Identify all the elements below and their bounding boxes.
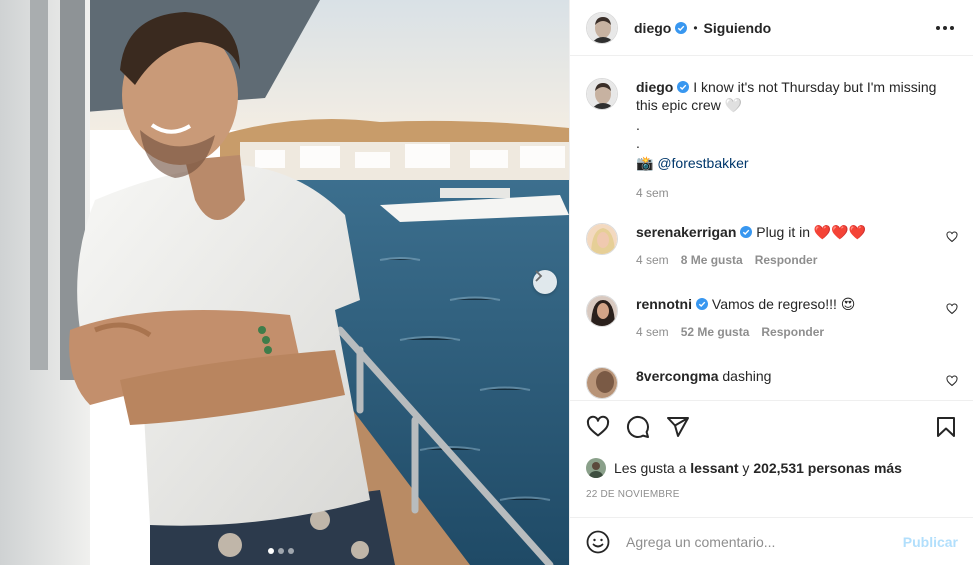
verified-badge-icon	[675, 21, 688, 34]
separator-dot: •	[693, 20, 698, 35]
likes-prefix: Les gusta a	[614, 460, 687, 476]
more-icon	[936, 26, 940, 30]
post-date[interactable]: 22 DE NOVIEMBRE	[586, 489, 680, 500]
comment-time[interactable]: 4 sem	[636, 325, 669, 339]
author-avatar[interactable]	[586, 11, 618, 44]
caption-username[interactable]: diego	[636, 79, 673, 95]
comment-icon[interactable]	[626, 415, 650, 439]
comment-text: Vamos de regreso!!! 😍	[711, 296, 856, 312]
camera-emoji: 📸	[636, 155, 654, 171]
more-options-button[interactable]	[933, 16, 957, 40]
commenter-avatar[interactable]	[586, 295, 618, 327]
emoji-icon[interactable]	[586, 530, 610, 554]
mention-link[interactable]: @forestbakker	[657, 155, 748, 171]
verified-badge-icon	[740, 226, 753, 238]
comment-item: 8vercongma dashing	[586, 367, 958, 399]
carousel-dot	[288, 548, 294, 554]
comment-input[interactable]	[626, 533, 903, 550]
commenter-username[interactable]: serenakerrigan	[636, 224, 736, 240]
reply-button[interactable]: Responder	[755, 253, 818, 267]
author-username[interactable]: diego	[634, 20, 671, 36]
heart-icon[interactable]	[586, 415, 610, 439]
comment-text: Plug it in ❤️❤️❤️	[756, 224, 867, 240]
likes-connector: y	[742, 460, 750, 476]
commenter-avatar[interactable]	[586, 223, 618, 255]
like-comment-heart-icon[interactable]	[946, 375, 958, 387]
comment-composer: Publicar	[570, 517, 973, 565]
liker-avatar[interactable]	[586, 458, 606, 478]
bookmark-icon[interactable]	[934, 415, 958, 439]
caption-body: diego I know it's not Thursday but I'm m…	[636, 78, 958, 172]
like-comment-heart-icon[interactable]	[946, 231, 958, 243]
like-comment-heart-icon[interactable]	[946, 303, 958, 315]
next-photo-button[interactable]	[533, 270, 557, 294]
caption-line: .	[636, 135, 640, 151]
liker-username[interactable]: lessant	[690, 460, 738, 476]
reply-button[interactable]: Responder	[761, 325, 824, 339]
verified-badge-icon	[677, 81, 690, 93]
comment-text: dashing	[722, 368, 772, 384]
comment-item: rennotni Vamos de regreso!!! 😍 4 sem 52 …	[586, 295, 958, 339]
comments-list[interactable]: diego I know it's not Thursday but I'm m…	[570, 56, 973, 400]
post-details-panel: diego • Siguiendo diego I know it's not …	[569, 0, 973, 565]
caption: diego I know it's not Thursday but I'm m…	[586, 78, 958, 200]
post-image	[0, 0, 569, 565]
commenter-username[interactable]: rennotni	[636, 296, 692, 312]
post-header: diego • Siguiendo	[570, 0, 973, 56]
caption-avatar[interactable]	[586, 78, 618, 110]
caption-line: .	[636, 117, 640, 133]
likes-count[interactable]: 202,531 personas más	[753, 460, 902, 476]
caption-time[interactable]: 4 sem	[636, 186, 669, 200]
carousel-dot	[278, 548, 284, 554]
share-icon[interactable]	[666, 415, 690, 439]
chevron-right-icon	[535, 270, 543, 282]
carousel-dot	[268, 548, 274, 554]
verified-badge-icon	[696, 298, 708, 310]
comment-item: serenakerrigan Plug it in ❤️❤️❤️ 4 sem 8…	[586, 223, 958, 267]
commenter-avatar[interactable]	[586, 367, 618, 399]
commenter-username[interactable]: 8vercongma	[636, 368, 718, 384]
publish-button[interactable]: Publicar	[903, 534, 958, 550]
post-actions: Les gusta a lessant y 202,531 personas m…	[570, 400, 973, 517]
comment-likes[interactable]: 52 Me gusta	[681, 325, 750, 339]
likes-summary: Les gusta a lessant y 202,531 personas m…	[586, 458, 902, 478]
carousel-indicator	[268, 548, 294, 554]
following-button[interactable]: Siguiendo	[704, 20, 772, 36]
post-photo[interactable]	[0, 0, 569, 565]
comment-time[interactable]: 4 sem	[636, 253, 669, 267]
comment-likes[interactable]: 8 Me gusta	[681, 253, 743, 267]
